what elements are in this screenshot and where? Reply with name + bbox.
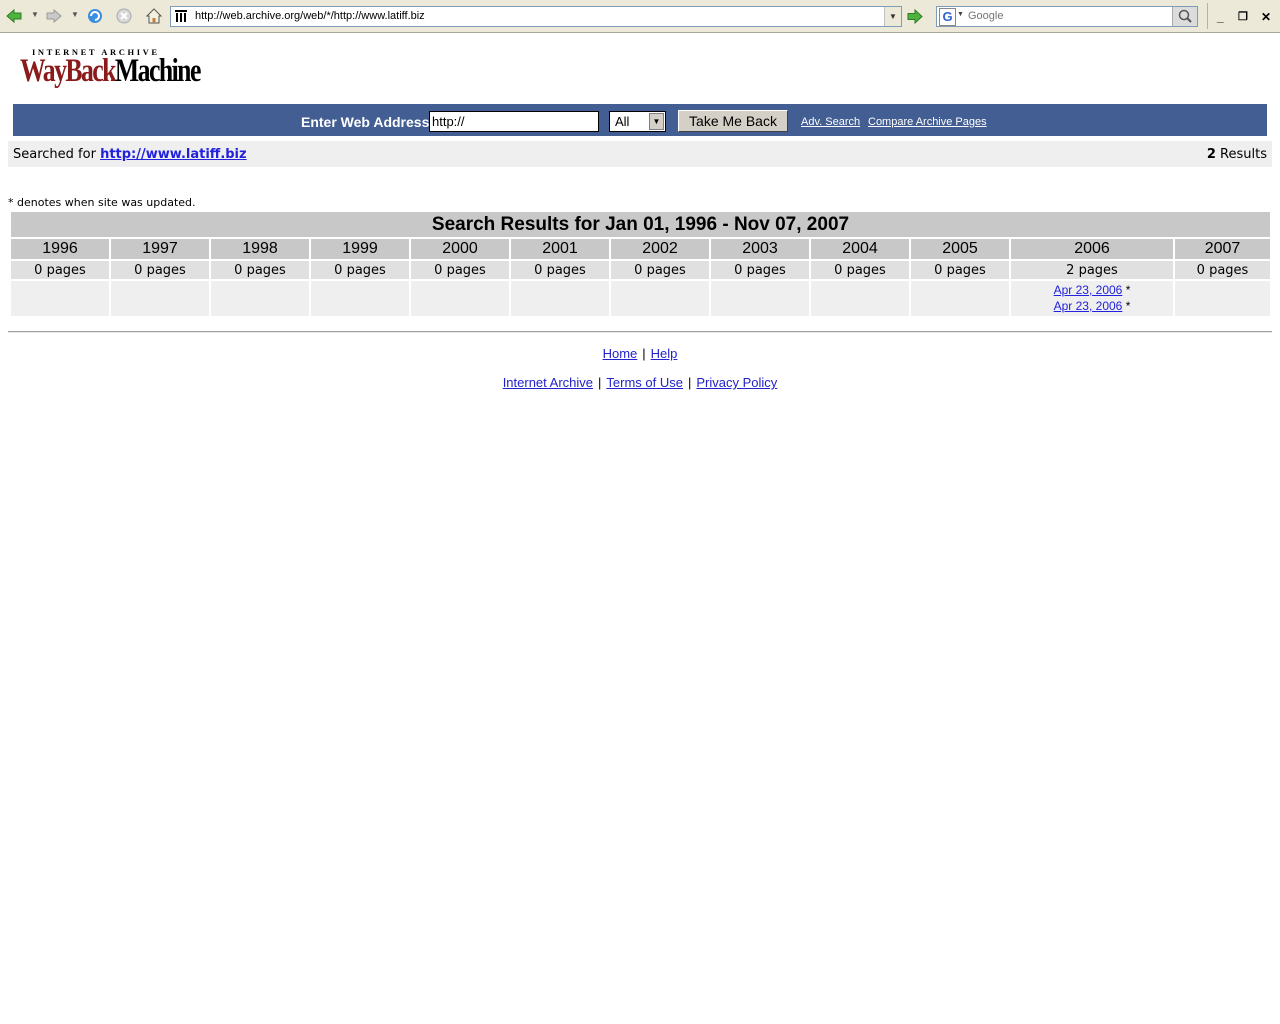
page-count: 0 pages: [11, 261, 109, 279]
address-bar[interactable]: http://web.archive.org/web/*/http://www.…: [170, 6, 902, 27]
year-header: 1997: [111, 239, 209, 259]
capture-cell: [11, 281, 109, 316]
search-icon[interactable]: [1172, 7, 1197, 26]
capture-link[interactable]: Apr 23, 2006: [1054, 283, 1123, 297]
take-me-back-button[interactable]: Take Me Back: [678, 110, 788, 132]
year-header: 1999: [311, 239, 409, 259]
capture-cell: [611, 281, 709, 316]
updated-marker: *: [1125, 283, 1131, 297]
search-engine-dropdown-icon[interactable]: ▼: [957, 11, 964, 18]
page-count: 0 pages: [211, 261, 309, 279]
page-count: 0 pages: [811, 261, 909, 279]
year-header: 2007: [1175, 239, 1270, 259]
go-icon[interactable]: [904, 6, 926, 27]
close-icon[interactable]: ✕: [1261, 10, 1271, 24]
capture-cell: [211, 281, 309, 316]
update-note: * denotes when site was updated.: [8, 196, 196, 209]
capture-cell: [511, 281, 609, 316]
forward-icon[interactable]: [44, 6, 64, 26]
internet-archive-link[interactable]: Internet Archive: [503, 375, 593, 390]
capture-link[interactable]: Apr 23, 2006: [1054, 299, 1123, 313]
forward-dropdown-icon[interactable]: ▼: [71, 10, 79, 19]
toolbar-separator: [1207, 3, 1208, 29]
home-icon[interactable]: [144, 6, 164, 26]
refresh-icon[interactable]: [85, 6, 105, 26]
google-search-box: G ▼: [936, 6, 1198, 27]
divider: [8, 331, 1272, 333]
page-count: 0 pages: [1175, 261, 1270, 279]
footer-nav: Home | Help: [0, 346, 1280, 361]
year-header: 2001: [511, 239, 609, 259]
google-search-input[interactable]: [968, 8, 1170, 24]
year-header: 2005: [911, 239, 1009, 259]
home-link[interactable]: Home: [603, 346, 638, 361]
compare-archive-pages-link[interactable]: Compare Archive Pages: [868, 116, 987, 128]
page-count: 0 pages: [411, 261, 509, 279]
page-count: 0 pages: [711, 261, 809, 279]
type-select-value: All: [615, 114, 630, 129]
year-header: 2002: [611, 239, 709, 259]
page-count: 0 pages: [611, 261, 709, 279]
back-dropdown-icon[interactable]: ▼: [31, 10, 39, 19]
searched-for-text: Searched for http://www.latiff.biz: [13, 147, 247, 162]
capture-cell: [1175, 281, 1270, 316]
web-address-input[interactable]: [429, 111, 599, 132]
year-header: 1998: [211, 239, 309, 259]
searched-for-bar: Searched for http://www.latiff.biz 2 Res…: [8, 141, 1272, 167]
browser-toolbar: ▼ ▼ http://web.archive.org/web/*/http://…: [0, 0, 1280, 33]
year-header: 2003: [711, 239, 809, 259]
footer-separator: |: [642, 346, 646, 361]
minimize-icon[interactable]: _: [1217, 10, 1224, 24]
capture-cell: [911, 281, 1009, 316]
google-icon[interactable]: G: [939, 8, 956, 26]
footer-separator: |: [598, 375, 602, 390]
updated-marker: *: [1125, 299, 1131, 313]
year-header: 1996: [11, 239, 109, 259]
results-count: 2 Results: [1206, 147, 1267, 162]
help-link[interactable]: Help: [651, 346, 678, 361]
wayback-search-bar: Enter Web Address: All ▼ Take Me Back Ad…: [13, 104, 1267, 136]
chevron-down-icon[interactable]: ▼: [649, 113, 664, 130]
restore-icon[interactable]: ❐: [1238, 10, 1248, 23]
page-count: 0 pages: [111, 261, 209, 279]
capture-cell: [711, 281, 809, 316]
page-count: 0 pages: [511, 261, 609, 279]
archive-favicon-icon: [175, 10, 187, 22]
searched-url-link[interactable]: http://www.latiff.biz: [100, 147, 247, 162]
capture-cell: [111, 281, 209, 316]
footer-links: Internet Archive | Terms of Use | Privacy Po…: [0, 375, 1280, 390]
back-icon[interactable]: [4, 6, 24, 26]
capture-entry: Apr 23, 2006 *: [1011, 282, 1173, 298]
privacy-policy-link[interactable]: Privacy Policy: [696, 375, 777, 390]
capture-cell: [811, 281, 909, 316]
logo-wayback-text: WayBackMachine: [20, 53, 201, 89]
wayback-machine-logo[interactable]: INTERNET ARCHIVE WayBackMachine: [20, 47, 201, 99]
year-header: 2006: [1011, 239, 1173, 259]
type-select[interactable]: All ▼: [609, 111, 666, 132]
address-dropdown-icon[interactable]: ▼: [884, 7, 901, 26]
results-table: Search Results for Jan 01, 1996 - Nov 07…: [9, 210, 1272, 318]
enter-web-address-label: Enter Web Address:: [301, 114, 435, 130]
stop-icon[interactable]: [114, 6, 134, 26]
address-value: http://web.archive.org/web/*/http://www.…: [195, 10, 425, 22]
capture-cell: [311, 281, 409, 316]
page-count: 2 pages: [1011, 261, 1173, 279]
year-header: 2000: [411, 239, 509, 259]
adv-search-link[interactable]: Adv. Search: [801, 116, 860, 128]
year-header: 2004: [811, 239, 909, 259]
page-count: 0 pages: [911, 261, 1009, 279]
capture-cell: [411, 281, 509, 316]
results-title: Search Results for Jan 01, 1996 - Nov 07…: [11, 212, 1270, 237]
page-count: 0 pages: [311, 261, 409, 279]
capture-entry: Apr 23, 2006 *: [1011, 298, 1173, 314]
terms-of-use-link[interactable]: Terms of Use: [606, 375, 683, 390]
capture-cell-2006: Apr 23, 2006 * Apr 23, 2006 *: [1011, 281, 1173, 316]
footer-separator: |: [687, 375, 692, 390]
